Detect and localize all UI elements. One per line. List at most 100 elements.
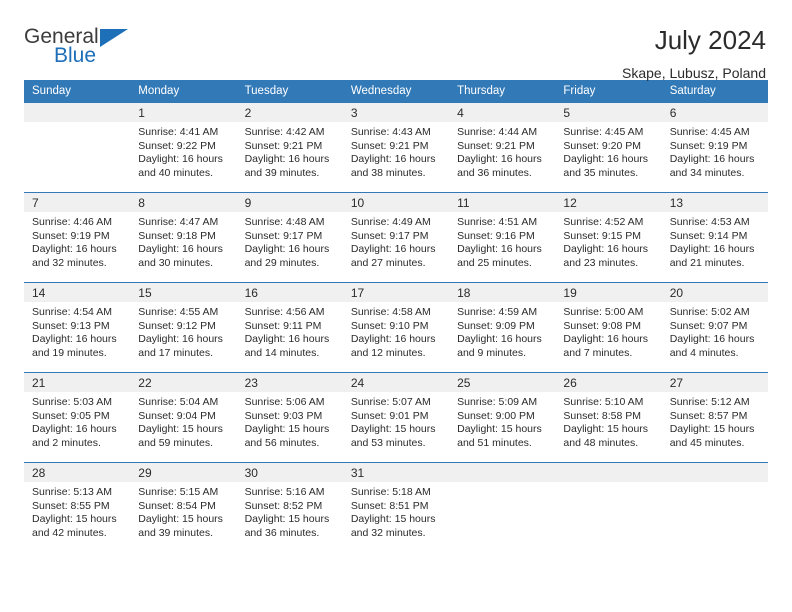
calendar-day-cell[interactable]: 27 Sunrise: 5:12 AM Sunset: 8:57 PM Dayligh… — [661, 372, 768, 463]
calendar-day-cell[interactable]: 6 Sunrise: 4:45 AM Sunset: 9:19 PM Daylight… — [661, 102, 768, 193]
calendar-day-cell[interactable]: 19 Sunrise: 5:00 AM Sunset: 9:08 PM Dayligh… — [555, 282, 662, 373]
day-sun-info: Sunrise: 4:45 AM Sunset: 9:20 PM Daylight:… — [555, 122, 661, 180]
calendar-day-cell[interactable]: 7 Sunrise: 4:46 AM Sunset: 9:19 PM Daylight… — [24, 192, 131, 283]
day-number: 21 — [24, 373, 131, 392]
sunrise-text: Sunrise: 4:45 AM — [563, 126, 644, 138]
calendar-week-row: 1 Sunrise: 4:41 AM Sunset: 9:22 PM Daylight… — [24, 102, 768, 193]
day-number: 5 — [555, 103, 662, 122]
sunset-text: Sunset: 9:16 PM — [457, 229, 535, 242]
daylight-text-line1: Daylight: 16 hours — [457, 243, 542, 255]
day-sun-info: Sunrise: 4:46 AM Sunset: 9:19 PM Daylight:… — [24, 212, 130, 270]
calendar-week-row: 21 Sunrise: 5:03 AM Sunset: 9:05 PM Dayligh… — [24, 372, 768, 463]
calendar-day-cell[interactable]: 12 Sunrise: 4:52 AM Sunset: 9:15 PM Dayligh… — [555, 192, 662, 283]
day-number: 31 — [342, 463, 450, 482]
daylight-text-line1: Daylight: 16 hours — [563, 243, 649, 255]
calendar-day-cell[interactable]: 21 Sunrise: 5:03 AM Sunset: 9:05 PM Dayligh… — [24, 372, 131, 463]
daylight-text-line2: and 29 minutes. — [244, 256, 320, 269]
sunset-text: Sunset: 8:58 PM — [563, 409, 642, 422]
daylight-text-line1: Daylight: 16 hours — [350, 153, 436, 165]
day-sun-info: Sunrise: 4:58 AM Sunset: 9:10 PM Daylight:… — [343, 302, 449, 360]
daylight-text-line2: and 36 minutes. — [457, 166, 532, 179]
sunset-text: Sunset: 9:09 PM — [457, 319, 535, 332]
calendar-day-cell[interactable]: 4 Sunrise: 4:44 AM Sunset: 9:21 PM Daylight… — [449, 102, 556, 193]
weekday-header-sunday: Sunday — [24, 80, 131, 103]
sunrise-text: Sunrise: 4:58 AM — [350, 306, 431, 318]
daylight-text-line2: and 27 minutes. — [350, 256, 426, 269]
day-sun-info: Sunrise: 4:47 AM Sunset: 9:18 PM Daylight:… — [130, 212, 236, 270]
sunset-text: Sunset: 9:11 PM — [244, 319, 322, 332]
calendar-day-cell[interactable]: 28 Sunrise: 5:13 AM Sunset: 8:55 PM Dayligh… — [24, 462, 131, 553]
daylight-text-line2: and 4 minutes. — [669, 346, 739, 359]
brand-logo: General Blue — [24, 26, 144, 74]
calendar-day-cell[interactable]: 22 Sunrise: 5:04 AM Sunset: 9:04 PM Dayligh… — [130, 372, 237, 463]
calendar-day-cell[interactable]: 17 Sunrise: 4:58 AM Sunset: 9:10 PM Dayligh… — [342, 282, 450, 373]
daylight-text-line1: Daylight: 15 hours — [457, 423, 542, 435]
day-number — [449, 463, 556, 482]
calendar-day-cell[interactable]: 14 Sunrise: 4:54 AM Sunset: 9:13 PM Dayligh… — [24, 282, 131, 373]
calendar-day-cell[interactable]: 9 Sunrise: 4:48 AM Sunset: 9:17 PM Daylight… — [236, 192, 343, 283]
daylight-text-line1: Daylight: 16 hours — [669, 153, 755, 165]
calendar-day-cell[interactable]: 23 Sunrise: 5:06 AM Sunset: 9:03 PM Dayligh… — [236, 372, 343, 463]
calendar-day-cell[interactable]: 11 Sunrise: 4:51 AM Sunset: 9:16 PM Dayligh… — [449, 192, 556, 283]
calendar-day-cell[interactable]: 24 Sunrise: 5:07 AM Sunset: 9:01 PM Dayligh… — [342, 372, 450, 463]
sunrise-text: Sunrise: 4:45 AM — [669, 126, 750, 138]
calendar-day-cell[interactable]: 8 Sunrise: 4:47 AM Sunset: 9:18 PM Daylight… — [130, 192, 237, 283]
day-number: 11 — [449, 193, 556, 212]
calendar-day-cell[interactable]: 13 Sunrise: 4:53 AM Sunset: 9:14 PM Dayligh… — [661, 192, 768, 283]
page-title: July 2024 — [654, 25, 766, 55]
daylight-text-line2: and 53 minutes. — [350, 436, 426, 449]
calendar-day-cell[interactable]: 3 Sunrise: 4:43 AM Sunset: 9:21 PM Daylight… — [342, 102, 450, 193]
calendar-day-cell[interactable]: 26 Sunrise: 5:10 AM Sunset: 8:58 PM Dayligh… — [555, 372, 662, 463]
calendar-day-cell[interactable]: 31 Sunrise: 5:18 AM Sunset: 8:51 PM Dayligh… — [342, 462, 450, 553]
calendar-day-cell[interactable]: 29 Sunrise: 5:15 AM Sunset: 8:54 PM Dayligh… — [130, 462, 237, 553]
day-number: 28 — [24, 463, 131, 482]
calendar-day-cell[interactable]: 20 Sunrise: 5:02 AM Sunset: 9:07 PM Dayligh… — [661, 282, 768, 373]
calendar-day-cell[interactable]: 5 Sunrise: 4:45 AM Sunset: 9:20 PM Daylight… — [555, 102, 662, 193]
daylight-text-line1: Daylight: 16 hours — [32, 243, 117, 255]
calendar-day-cell[interactable]: 25 Sunrise: 5:09 AM Sunset: 9:00 PM Dayligh… — [449, 372, 556, 463]
sunrise-text: Sunrise: 4:42 AM — [244, 126, 325, 138]
daylight-text-line1: Daylight: 16 hours — [244, 333, 330, 345]
sunset-text: Sunset: 9:21 PM — [457, 139, 535, 152]
calendar-day-cell[interactable]: 18 Sunrise: 4:59 AM Sunset: 9:09 PM Dayligh… — [449, 282, 556, 373]
calendar-empty-cell — [661, 462, 768, 553]
calendar-day-cell[interactable]: 1 Sunrise: 4:41 AM Sunset: 9:22 PM Daylight… — [130, 102, 237, 193]
daylight-text-line2: and 35 minutes. — [563, 166, 639, 179]
day-number: 29 — [130, 463, 237, 482]
day-sun-info: Sunrise: 4:56 AM Sunset: 9:11 PM Daylight:… — [237, 302, 343, 360]
weekday-header-wednesday: Wednesday — [342, 80, 450, 103]
daylight-text-line2: and 25 minutes. — [457, 256, 532, 269]
sunrise-text: Sunrise: 4:51 AM — [457, 216, 538, 228]
calendar-page: General Blue July 2024 Skape, Lubusz, Po… — [0, 0, 792, 612]
day-number: 30 — [236, 463, 343, 482]
sunrise-text: Sunrise: 5:16 AM — [244, 486, 325, 498]
day-sun-info: Sunrise: 4:52 AM Sunset: 9:15 PM Daylight:… — [555, 212, 661, 270]
sunrise-text: Sunrise: 4:48 AM — [244, 216, 325, 228]
sunrise-text: Sunrise: 5:06 AM — [244, 396, 325, 408]
day-number: 24 — [342, 373, 450, 392]
sunset-text: Sunset: 8:54 PM — [138, 499, 216, 512]
day-number: 22 — [130, 373, 237, 392]
day-number: 20 — [661, 283, 768, 302]
calendar-day-cell[interactable]: 2 Sunrise: 4:42 AM Sunset: 9:21 PM Daylight… — [236, 102, 343, 193]
calendar-day-cell[interactable]: 10 Sunrise: 4:49 AM Sunset: 9:17 PM Dayligh… — [342, 192, 450, 283]
calendar-day-cell[interactable]: 30 Sunrise: 5:16 AM Sunset: 8:52 PM Dayligh… — [236, 462, 343, 553]
day-sun-info: Sunrise: 5:00 AM Sunset: 9:08 PM Daylight:… — [555, 302, 661, 360]
calendar-empty-cell — [449, 462, 556, 553]
sunset-text: Sunset: 9:20 PM — [563, 139, 642, 152]
calendar-day-cell[interactable]: 15 Sunrise: 4:55 AM Sunset: 9:12 PM Dayligh… — [130, 282, 237, 373]
sunset-text: Sunset: 9:13 PM — [32, 319, 110, 332]
daylight-text-line2: and 32 minutes. — [32, 256, 107, 269]
triangle-icon — [100, 29, 128, 47]
day-number: 8 — [130, 193, 237, 212]
sunrise-text: Sunrise: 4:43 AM — [350, 126, 431, 138]
calendar-body: 1 Sunrise: 4:41 AM Sunset: 9:22 PM Daylight… — [24, 102, 768, 553]
day-number — [24, 103, 131, 122]
day-number: 14 — [24, 283, 131, 302]
sunrise-text: Sunrise: 4:47 AM — [138, 216, 219, 228]
calendar-day-cell[interactable]: 16 Sunrise: 4:56 AM Sunset: 9:11 PM Dayligh… — [236, 282, 343, 373]
sunrise-text: Sunrise: 5:12 AM — [669, 396, 750, 408]
day-sun-info: Sunrise: 5:07 AM Sunset: 9:01 PM Daylight:… — [343, 392, 449, 450]
sunrise-text: Sunrise: 5:07 AM — [350, 396, 431, 408]
brand-name-blue: Blue — [54, 44, 97, 67]
